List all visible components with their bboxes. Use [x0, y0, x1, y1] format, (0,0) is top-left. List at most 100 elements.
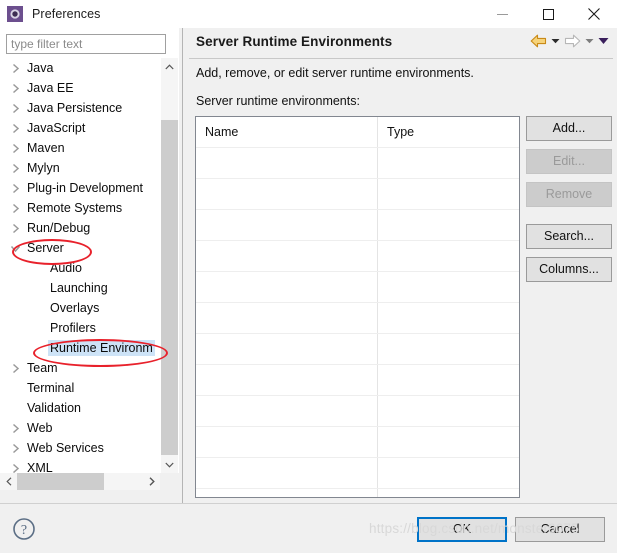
table-cell-type	[377, 458, 519, 488]
tree-item-java-persistence[interactable]: Java Persistence	[0, 98, 160, 118]
chevron-right-icon	[149, 477, 155, 486]
tree-item-profilers[interactable]: Profilers	[0, 318, 160, 338]
table-cell-type	[377, 303, 519, 333]
minimize-icon	[496, 13, 508, 15]
preferences-tree[interactable]: Java Java EE Java Persistence JavaScript Mav…	[0, 58, 160, 473]
tree-horizontal-scrollbar[interactable]	[0, 473, 160, 490]
table-row[interactable]	[196, 457, 519, 488]
tree-item-runtime-environm[interactable]: Runtime Environm	[0, 338, 160, 358]
table-cell-name	[196, 210, 377, 240]
page-description: Add, remove, or edit server runtime envi…	[196, 66, 474, 80]
table-header-row: Name Type	[196, 117, 519, 147]
chevron-right-icon[interactable]	[10, 363, 21, 374]
add-button[interactable]: Add...	[526, 116, 612, 141]
tree-item-run-debug[interactable]: Run/Debug	[0, 218, 160, 238]
table-row[interactable]	[196, 333, 519, 364]
tree-vertical-scrollbar[interactable]	[160, 58, 178, 473]
table-cell-name	[196, 241, 377, 271]
view-menu-button[interactable]	[598, 37, 609, 45]
tree-item-server[interactable]: Server	[0, 238, 160, 258]
columns-button[interactable]: Columns...	[526, 257, 612, 282]
tree-item-xml[interactable]: XML	[0, 458, 160, 473]
table-row[interactable]	[196, 395, 519, 426]
column-header-name[interactable]: Name	[196, 117, 377, 147]
table-row[interactable]	[196, 302, 519, 333]
tree-vertical-scroll-thumb[interactable]	[161, 120, 178, 455]
tree-item-terminal[interactable]: Terminal	[0, 378, 160, 398]
scroll-left-button[interactable]	[0, 473, 17, 490]
table-row[interactable]	[196, 488, 519, 497]
tree-item-java[interactable]: Java	[0, 58, 160, 78]
runtime-environments-table[interactable]: Name Type	[195, 116, 520, 498]
tree-item-label: Web	[27, 421, 53, 435]
chevron-up-icon	[165, 63, 174, 69]
chevron-right-icon[interactable]	[10, 163, 21, 174]
table-row[interactable]	[196, 147, 519, 178]
remove-button: Remove	[526, 182, 612, 207]
filter-input[interactable]	[6, 34, 166, 54]
table-cell-name	[196, 272, 377, 302]
close-icon	[588, 8, 600, 20]
header-divider	[189, 58, 613, 59]
chevron-right-icon[interactable]	[10, 183, 21, 194]
back-button[interactable]	[530, 34, 547, 48]
forward-dropdown-button[interactable]	[585, 38, 594, 44]
close-button[interactable]	[571, 0, 617, 28]
runtime-list-label: Server runtime environments:	[196, 94, 360, 108]
forward-button[interactable]	[564, 34, 581, 48]
table-row[interactable]	[196, 364, 519, 395]
chevron-right-icon[interactable]	[10, 443, 21, 454]
chevron-right-icon[interactable]	[10, 223, 21, 234]
chevron-right-icon[interactable]	[10, 423, 21, 434]
scroll-down-button[interactable]	[161, 456, 178, 473]
chevron-down-icon[interactable]	[10, 243, 21, 254]
tree-item-audio[interactable]: Audio	[0, 258, 160, 278]
tree-item-javascript[interactable]: JavaScript	[0, 118, 160, 138]
tree-item-remote-systems[interactable]: Remote Systems	[0, 198, 160, 218]
chevron-right-icon[interactable]	[10, 143, 21, 154]
chevron-right-icon[interactable]	[10, 103, 21, 114]
search-button[interactable]: Search...	[526, 224, 612, 249]
table-row[interactable]	[196, 426, 519, 457]
tree-item-mylyn[interactable]: Mylyn	[0, 158, 160, 178]
help-icon[interactable]: ?	[12, 517, 36, 541]
table-row[interactable]	[196, 209, 519, 240]
scroll-right-button[interactable]	[143, 473, 160, 490]
table-row[interactable]	[196, 240, 519, 271]
tree-item-web-services[interactable]: Web Services	[0, 438, 160, 458]
maximize-button[interactable]	[525, 0, 571, 28]
chevron-down-icon	[598, 38, 609, 44]
back-dropdown-button[interactable]	[551, 38, 560, 44]
table-cell-type	[377, 396, 519, 426]
column-header-type[interactable]: Type	[377, 117, 519, 147]
table-row[interactable]	[196, 178, 519, 209]
tree-item-maven[interactable]: Maven	[0, 138, 160, 158]
cancel-button[interactable]: Cancel	[515, 517, 605, 542]
tree-item-plug-in-development[interactable]: Plug-in Development	[0, 178, 160, 198]
table-action-buttons: Add... Edit... Remove Search... Columns...	[526, 116, 612, 290]
tree-item-label: XML	[27, 461, 53, 473]
chevron-right-icon[interactable]	[10, 203, 21, 214]
tree-horizontal-scroll-thumb[interactable]	[17, 473, 104, 490]
chevron-right-icon[interactable]	[10, 463, 21, 474]
tree-item-team[interactable]: Team	[0, 358, 160, 378]
tree-item-label: Audio	[50, 261, 82, 275]
chevron-right-icon[interactable]	[10, 83, 21, 94]
tree-item-web[interactable]: Web	[0, 418, 160, 438]
tree-item-validation[interactable]: Validation	[0, 398, 160, 418]
table-row[interactable]	[196, 271, 519, 302]
chevron-left-icon	[5, 477, 11, 486]
tree-item-overlays[interactable]: Overlays	[0, 298, 160, 318]
chevron-right-icon[interactable]	[10, 123, 21, 134]
table-cell-name	[196, 179, 377, 209]
ok-button[interactable]: OK	[417, 517, 507, 542]
tree-item-launching[interactable]: Launching	[0, 278, 160, 298]
tree-item-java-ee[interactable]: Java EE	[0, 78, 160, 98]
chevron-right-icon[interactable]	[10, 63, 21, 74]
scroll-up-button[interactable]	[161, 58, 178, 75]
chevron-down-icon	[551, 39, 560, 44]
minimize-button[interactable]	[479, 0, 525, 28]
table-cell-type	[377, 179, 519, 209]
tree-item-label: Team	[27, 361, 58, 375]
preference-page-pane: Server Runtime Environments Add, remove,…	[185, 28, 617, 503]
